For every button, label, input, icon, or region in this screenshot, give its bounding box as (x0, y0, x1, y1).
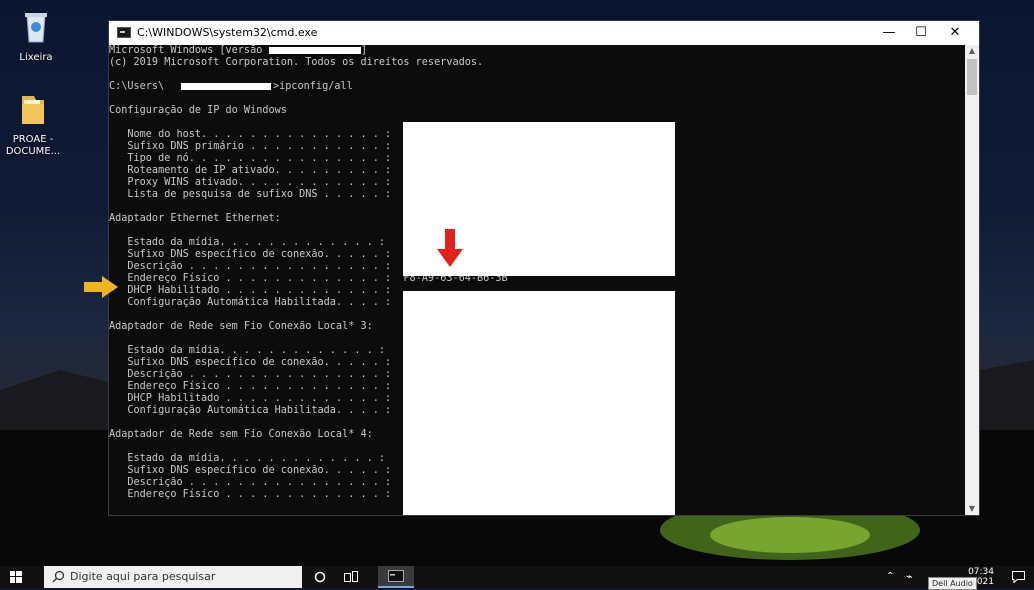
console-line: Sufixo DNS primário . . . . . . . . . . … (109, 141, 392, 152)
console-line: Adaptador Ethernet Ethernet: (109, 213, 281, 224)
scroll-down-icon[interactable]: ▼ (965, 503, 979, 515)
console-line: DHCP Habilitado . . . . . . . . . . . . … (109, 393, 392, 404)
cmd-app-icon (117, 27, 131, 38)
console-line: Estado da mídia. . . . . . . . . . . . .… (109, 237, 386, 248)
desktop-icon-recycle-bin[interactable]: Lixeira (4, 10, 68, 64)
taskbar-cmd-app[interactable] (378, 566, 414, 588)
console-line: Sufixo DNS específico de conexão. . . . … (109, 357, 392, 368)
console-line: Configuração Automática Habilitada. . . … (109, 405, 392, 416)
console-line: Configuração Automática Habilitada. . . … (109, 297, 392, 308)
close-button[interactable]: ✕ (939, 21, 971, 45)
window-titlebar[interactable]: C:\WINDOWS\system32\cmd.exe — ☐ ✕ (109, 21, 979, 45)
scroll-up-icon[interactable]: ▲ (965, 45, 979, 57)
cmd-taskbar-icon (388, 570, 404, 582)
minimize-button[interactable]: — (873, 21, 905, 45)
console-line: (c) 2019 Microsoft Corporation. Todos os… (109, 57, 484, 68)
taskbar-search-box[interactable]: Digite aqui para pesquisar (44, 566, 302, 588)
arrow-right-icon (84, 276, 118, 298)
arrow-down-icon (437, 229, 463, 267)
console-line: Configuração de IP do Windows (109, 105, 287, 116)
console-output[interactable]: Microsoft Windows [versão ] (c) 2019 Mic… (109, 45, 965, 515)
search-icon (52, 570, 65, 583)
console-line: ] (361, 45, 368, 56)
maximize-button[interactable]: ☐ (905, 21, 937, 45)
redacted-username (181, 83, 271, 90)
console-line: Roteamento de IP ativado. . . . . . . . … (109, 165, 392, 176)
console-line: Endereço Físico . . . . . . . . . . . . … (109, 381, 392, 392)
console-line: Proxy WINS ativado. . . . . . . . . . . … (109, 177, 392, 188)
desktop-icon-label: Lixeira (19, 52, 53, 63)
notifications-button[interactable] (1012, 566, 1030, 588)
task-view-icon (344, 571, 358, 582)
cortana-button[interactable] (314, 566, 330, 588)
console-line: Nome do host. . . . . . . . . . . . . . … (109, 129, 392, 140)
console-line: Descrição . . . . . . . . . . . . . . . … (109, 261, 392, 272)
console-line: Descrição . . . . . . . . . . . . . . . … (109, 477, 392, 488)
console-scrollbar[interactable]: ▲ ▼ (965, 45, 979, 515)
search-placeholder: Digite aqui para pesquisar (70, 570, 216, 583)
window-title: C:\WINDOWS\system32\cmd.exe (137, 26, 318, 39)
console-line: Adaptador de Rede sem Fio Conexão Local*… (109, 321, 373, 332)
audio-tooltip: Dell Audio (928, 577, 977, 590)
console-line: Lista de pesquisa de sufixo DNS . . . . … (109, 189, 392, 200)
notification-icon (1012, 571, 1025, 584)
cortana-circle-icon (314, 571, 326, 583)
task-view-button[interactable] (344, 566, 360, 588)
redaction-box (403, 291, 675, 515)
console-line: DHCP Habilitado . . . . . . . . . . . . … (109, 285, 392, 296)
desktop-icon-folder[interactable]: PROAE - DOCUME... (1, 92, 65, 158)
windows-logo-icon (10, 571, 22, 583)
console-line: Estado da mídia. . . . . . . . . . . . .… (109, 453, 386, 464)
console-line: Adaptador de Rede sem Fio Conexão Local*… (109, 429, 373, 440)
network-icon[interactable]: ⌁ (906, 566, 922, 588)
console-prompt: C:\Users\ (109, 81, 165, 92)
recycle-bin-icon (25, 13, 47, 43)
desktop-icon-label: PROAE - DOCUME... (5, 134, 61, 157)
folder-icon (22, 96, 44, 124)
console-command: >ipconfig/all (273, 81, 353, 92)
redacted-version (269, 47, 361, 54)
show-hidden-icons-button[interactable]: ⌃ (886, 566, 900, 588)
console-line: Descrição . . . . . . . . . . . . . . . … (109, 369, 392, 380)
taskbar: Digite aqui para pesquisar ⌃ ⌁ 07:34 /20… (0, 566, 1034, 588)
start-button[interactable] (10, 566, 34, 588)
console-line: Microsoft Windows [versão (109, 45, 263, 56)
console-line: Endereço Físico . . . . . . . . . . . . … (109, 489, 392, 500)
cmd-window[interactable]: C:\WINDOWS\system32\cmd.exe — ☐ ✕ Micros… (108, 20, 980, 516)
clock-time: 07:34 (968, 567, 994, 577)
console-line: Estado da mídia. . . . . . . . . . . . .… (109, 345, 386, 356)
console-line: Tipo de nó. . . . . . . . . . . . . . . … (109, 153, 392, 164)
scrollbar-thumb[interactable] (967, 59, 977, 95)
console-line: Sufixo DNS específico de conexão. . . . … (109, 465, 392, 476)
console-line: Sufixo DNS específico de conexão. . . . … (109, 249, 392, 260)
